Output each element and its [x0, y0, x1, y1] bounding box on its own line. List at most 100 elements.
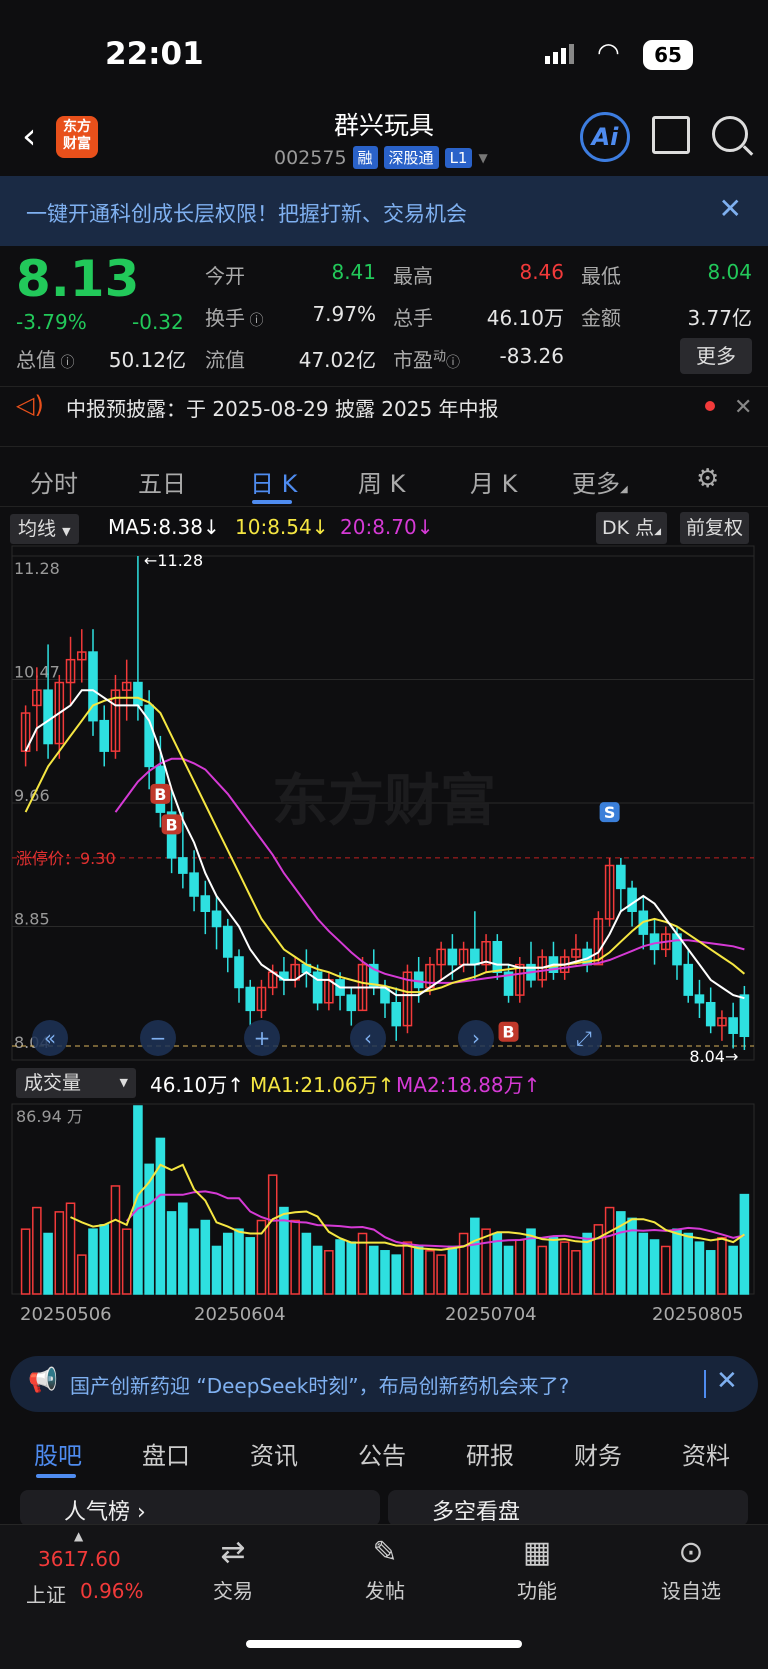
chart-nav-icon: ⤢ — [576, 1026, 592, 1050]
candle-body — [200, 895, 211, 913]
volume-bar — [312, 1245, 323, 1295]
ma-indicator-row: 均线 ▼ MA5:8.38↓ 10:8.54↓ 20:8.70↓ DK 点◢ 前… — [0, 512, 768, 546]
candle-body — [65, 658, 76, 684]
candle-body — [458, 948, 469, 966]
close-icon[interactable]: ✕ — [719, 192, 742, 225]
notice-text: 中报预披露：于 2025-08-29 披露 2025 年中报 — [66, 397, 499, 421]
high-value: 8.46 — [519, 260, 564, 284]
change-amount: -0.32 — [132, 310, 184, 334]
bull-bear-card[interactable]: 多空看盘 — [388, 1490, 748, 1526]
battery-icon: 65 — [643, 40, 693, 70]
watchlist-icon: ⊙ — [678, 1535, 704, 1570]
candle-body — [211, 910, 222, 928]
volume-bar — [76, 1254, 87, 1295]
chart-nav-icon: + — [254, 1026, 271, 1050]
tag-margin: 融 — [352, 146, 378, 169]
ma-selector[interactable]: 均线 ▼ — [10, 514, 79, 544]
watchlist-button[interactable]: ⊙ 设自选 — [646, 1535, 736, 1604]
news-banner[interactable]: 📢 国产创新药迎 “DeepSeek时刻”，布局创新药机会来了? ✕ — [10, 1356, 758, 1412]
volume-bar — [694, 1241, 705, 1295]
watermark: 东方财富 — [272, 769, 496, 834]
gear-icon[interactable]: ⚙ — [696, 464, 719, 494]
dk-points-button[interactable]: DK 点◢ — [596, 512, 668, 544]
high-price-label: ←11.28 — [144, 551, 203, 570]
apps-icon: ▦ — [522, 1535, 552, 1570]
volume-bar — [133, 1105, 143, 1295]
tab-daily[interactable]: 日 K — [250, 464, 297, 499]
volume-bar — [279, 1206, 289, 1295]
volume-bar — [222, 1232, 233, 1295]
divider — [0, 506, 768, 507]
volume-selector[interactable]: 成交量 ▼ — [16, 1068, 136, 1098]
candle-body — [705, 1001, 716, 1027]
chevron-down-icon: ▼ — [478, 150, 488, 165]
signal-icon — [545, 44, 574, 64]
more-button[interactable]: 更多 — [680, 338, 752, 374]
ai-button[interactable]: Ai — [580, 112, 630, 162]
index-value[interactable]: 3617.60 — [38, 1547, 121, 1571]
tab-forum[interactable]: 股吧 — [34, 1436, 82, 1471]
candle-body — [683, 963, 694, 996]
ma5-label: MA5:8.38↓ — [108, 515, 220, 539]
candle-body — [402, 971, 413, 1027]
close-icon[interactable]: ✕ — [734, 395, 752, 420]
tab-weekly[interactable]: 周 K — [358, 464, 405, 499]
ma20-line — [114, 757, 745, 984]
candle-body — [380, 986, 390, 1004]
candle-body — [54, 681, 65, 745]
volume-bar — [245, 1237, 256, 1295]
trade-button[interactable]: ⇄ 交易 — [188, 1535, 278, 1604]
volume-bar — [604, 1206, 615, 1295]
candle-body — [324, 979, 334, 1004]
home-indicator — [246, 1640, 522, 1648]
tab-5day[interactable]: 五日 — [138, 464, 186, 499]
volume-value: 46.10万 — [486, 306, 564, 330]
candle-body — [526, 963, 536, 981]
date-label: 20250604 — [194, 1304, 286, 1325]
stock-code-row[interactable]: 002575 融 深股通 L1 ▼ — [274, 146, 488, 169]
buy-marker: B — [502, 1023, 514, 1042]
ma5-line — [24, 689, 745, 1000]
notice-bar[interactable]: ◁) 中报预披露：于 2025-08-29 披露 2025 年中报 ✕ — [0, 386, 768, 446]
volume-bar — [357, 1232, 368, 1295]
volume-bar — [425, 1250, 435, 1295]
tab-announcements[interactable]: 公告 — [358, 1436, 406, 1471]
candle-body — [413, 971, 424, 989]
tab-intraday[interactable]: 分时 — [30, 464, 78, 499]
candle-body — [503, 971, 514, 996]
tab-profile[interactable]: 资料 — [682, 1436, 730, 1471]
tab-more[interactable]: 更多◢ — [572, 464, 628, 499]
apps-button[interactable]: ▦ 功能 — [492, 1535, 582, 1604]
volume-bar — [526, 1228, 536, 1295]
search-icon[interactable] — [712, 116, 748, 152]
volume-bar — [728, 1245, 738, 1295]
promo-banner[interactable]: 一键开通科创成长层权限！把握打新、交易机会 ✕ — [0, 176, 768, 246]
post-button[interactable]: ✎ 发帖 — [340, 1535, 430, 1604]
volume-bar — [189, 1228, 199, 1295]
chart-nav-icon: ‹ — [364, 1026, 372, 1050]
tab-news[interactable]: 资讯 — [250, 1436, 298, 1471]
volume-bar — [582, 1232, 592, 1295]
tab-orderbook[interactable]: 盘口 — [142, 1436, 190, 1471]
tab-research[interactable]: 研报 — [466, 1436, 514, 1471]
candle-body — [335, 979, 345, 996]
adjust-button[interactable]: 前复权 — [680, 512, 750, 544]
expand-icon[interactable]: ▲ — [74, 1529, 83, 1543]
volume-bar — [335, 1239, 345, 1295]
volume-bar — [514, 1239, 525, 1295]
share-icon[interactable] — [652, 116, 690, 154]
candle-body — [436, 948, 446, 966]
candle-body — [357, 963, 368, 1012]
candle-body — [346, 994, 357, 1012]
close-icon[interactable]: ✕ — [716, 1366, 738, 1396]
volume-bar — [638, 1232, 649, 1295]
tab-monthly[interactable]: 月 K — [470, 464, 517, 499]
tab-financials[interactable]: 财务 — [574, 1436, 622, 1471]
y-tick-label: 8.04 — [14, 1033, 50, 1052]
volume-bar — [290, 1219, 300, 1295]
volume-bar — [144, 1163, 154, 1295]
volume-bar — [211, 1245, 222, 1295]
volume-bar — [346, 1241, 357, 1295]
popularity-card[interactable]: 人气榜 › — [20, 1490, 380, 1526]
volume-bar — [705, 1250, 716, 1295]
